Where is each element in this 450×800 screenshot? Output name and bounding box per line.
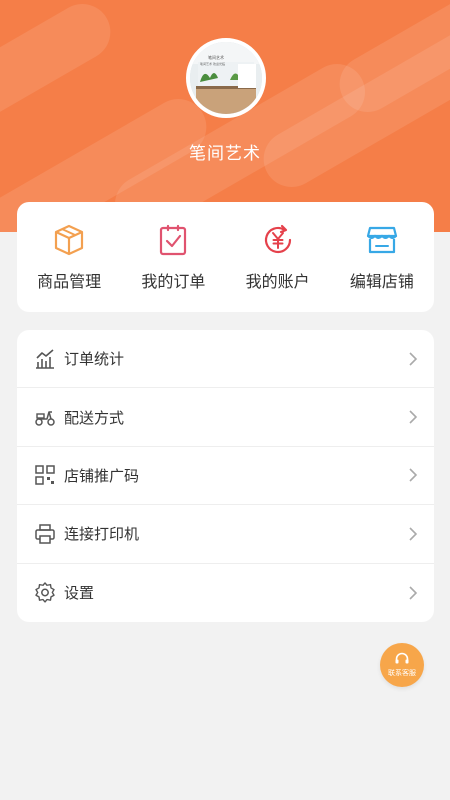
- menu-item-label: 连接打印机: [64, 525, 140, 544]
- menu-item-promo-code[interactable]: 店铺推广码: [17, 447, 434, 506]
- chevron-right-icon: [409, 527, 418, 541]
- chevron-right-icon: [409, 410, 418, 424]
- quick-action-my-orders[interactable]: 我的订单: [121, 202, 225, 312]
- qr-code-icon: [35, 465, 55, 486]
- clipboard-check-icon: [160, 224, 187, 256]
- scooter-icon: [35, 411, 55, 426]
- quick-action-label: 商品管理: [37, 272, 102, 291]
- chevron-right-icon: [409, 586, 418, 600]
- menu-item-printer[interactable]: 连接打印机: [17, 505, 434, 564]
- customer-service-label: 联系客服: [388, 669, 416, 677]
- menu-item-label: 设置: [64, 584, 95, 603]
- menu-item-order-stats[interactable]: 订单统计: [17, 330, 434, 389]
- menu-item-delivery[interactable]: 配送方式: [17, 388, 434, 447]
- quick-actions-card: 商品管理 我的订单 我的账户 编辑店铺: [17, 202, 434, 312]
- profile-header: 笔间艺术 笔间艺术 欢迎光临 笔间艺术: [0, 0, 450, 232]
- shop-photo: 笔间艺术 笔间艺术 欢迎光临: [190, 42, 262, 114]
- shop-avatar[interactable]: 笔间艺术 笔间艺术 欢迎光临: [186, 38, 266, 118]
- quick-action-my-account[interactable]: 我的账户: [226, 202, 330, 312]
- menu-item-label: 店铺推广码: [64, 466, 140, 485]
- chevron-right-icon: [409, 352, 418, 366]
- menu-item-settings[interactable]: 设置: [17, 564, 434, 622]
- storefront-icon: [366, 226, 397, 254]
- quick-action-label: 我的账户: [245, 272, 310, 291]
- customer-service-button[interactable]: 联系客服: [380, 643, 424, 687]
- yen-refresh-icon: [264, 224, 291, 254]
- menu-item-label: 订单统计: [64, 350, 125, 369]
- box-icon: [55, 224, 84, 256]
- printer-icon: [35, 524, 55, 544]
- chevron-right-icon: [409, 468, 418, 483]
- shop-name: 笔间艺术: [189, 144, 261, 164]
- gear-icon: [35, 581, 55, 603]
- quick-action-label: 我的订单: [141, 272, 206, 291]
- quick-action-product-management[interactable]: 商品管理: [17, 202, 121, 312]
- quick-action-edit-store[interactable]: 编辑店铺: [330, 202, 434, 312]
- chart-icon: [36, 349, 54, 369]
- avatar-caption: 笔间艺术 欢迎光临: [200, 61, 225, 66]
- quick-action-label: 编辑店铺: [349, 272, 414, 291]
- header-decoration: [0, 0, 121, 143]
- menu-list-card: 订单统计 配送方式 店铺推广码 连接打印机 设置: [17, 330, 434, 622]
- headset-icon: [395, 652, 409, 664]
- avatar-caption: 笔间艺术: [208, 54, 224, 60]
- menu-item-label: 配送方式: [64, 408, 125, 427]
